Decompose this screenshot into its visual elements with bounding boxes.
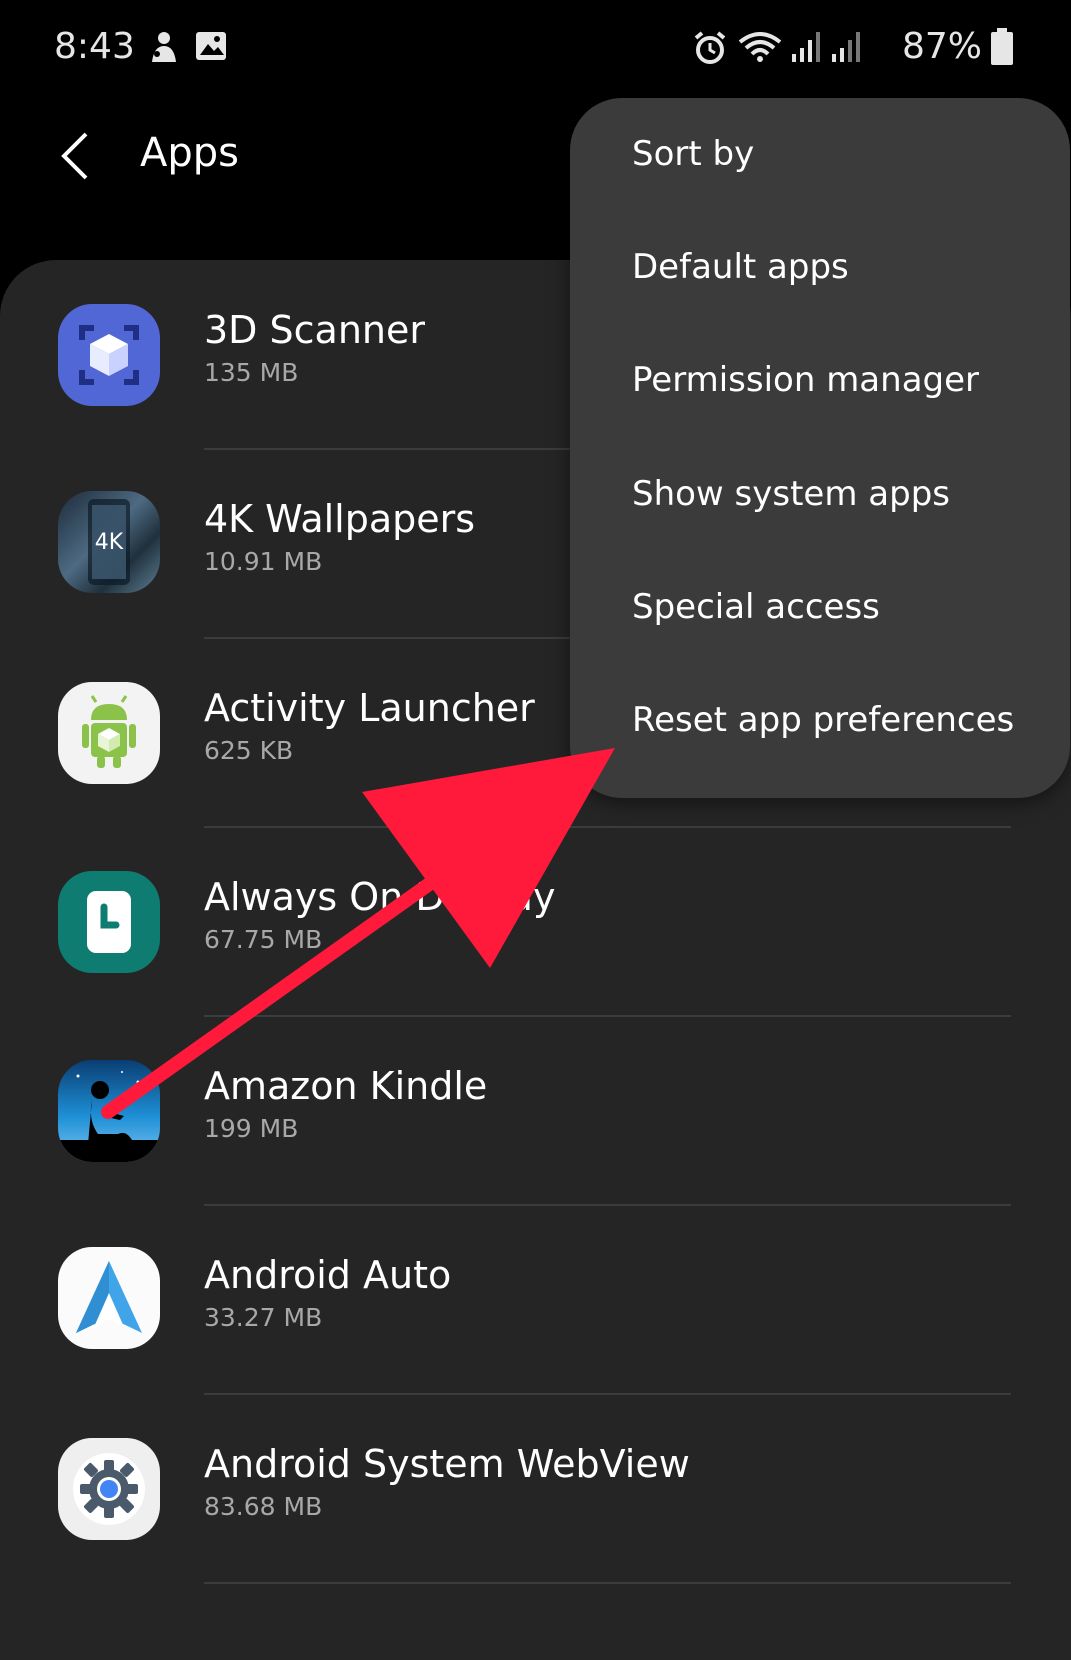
3d-scanner-icon	[58, 304, 160, 406]
back-button[interactable]	[56, 128, 106, 188]
image-icon	[194, 30, 228, 66]
svg-text:4K: 4K	[95, 530, 124, 555]
signal-icon	[830, 30, 862, 68]
android-auto-icon	[58, 1247, 160, 1349]
app-size: 625 KB	[204, 736, 294, 765]
app-size: 135 MB	[204, 358, 299, 387]
app-size: 67.75 MB	[204, 925, 323, 954]
menu-item-default-apps[interactable]: Default apps	[632, 247, 849, 287]
menu-item-reset-app-preferences[interactable]: Reset app preferences	[632, 700, 1014, 740]
menu-item-special-access[interactable]: Special access	[632, 587, 880, 627]
app-name: Android System WebView	[204, 1442, 690, 1486]
app-size: 33.27 MB	[204, 1303, 323, 1332]
status-time: 8:43	[54, 26, 135, 67]
chevron-left-icon	[56, 132, 96, 188]
app-row-android-system-webview[interactable]: Android System WebView 83.68 MB	[0, 1394, 1071, 1584]
app-name: Amazon Kindle	[204, 1064, 488, 1108]
app-size: 83.68 MB	[204, 1492, 323, 1521]
menu-item-permission-manager[interactable]: Permission manager	[632, 360, 979, 400]
amazon-kindle-icon	[58, 1060, 160, 1162]
battery-icon	[990, 28, 1014, 70]
page-title: Apps	[140, 130, 239, 176]
app-size: 199 MB	[204, 1114, 299, 1143]
activity-launcher-icon	[58, 682, 160, 784]
app-name: 3D Scanner	[204, 308, 425, 352]
4k-wallpapers-icon: 4K	[58, 491, 160, 593]
alarm-icon	[692, 30, 728, 70]
app-name: Always On Display	[204, 875, 556, 919]
app-name: 4K Wallpapers	[204, 497, 476, 541]
menu-item-sort-by[interactable]: Sort by	[632, 134, 754, 174]
app-row-always-on-display[interactable]: Always On Display 67.75 MB	[0, 827, 1071, 1017]
signal-icon	[790, 30, 822, 68]
wifi-icon	[738, 30, 782, 68]
divider	[204, 1582, 1011, 1584]
notification-icon	[148, 30, 180, 68]
always-on-display-icon	[58, 871, 160, 973]
app-name: Android Auto	[204, 1253, 452, 1297]
overflow-menu: Sort by Default apps Permission manager …	[570, 98, 1070, 798]
battery-percentage: 87%	[902, 26, 983, 67]
app-row-amazon-kindle[interactable]: Amazon Kindle 199 MB	[0, 1016, 1071, 1206]
app-name: Activity Launcher	[204, 686, 535, 730]
app-row-android-auto[interactable]: Android Auto 33.27 MB	[0, 1205, 1071, 1395]
app-size: 10.91 MB	[204, 547, 323, 576]
menu-item-show-system-apps[interactable]: Show system apps	[632, 474, 950, 514]
android-system-webview-icon	[58, 1438, 160, 1540]
status-bar: 8:43 87%	[0, 0, 1071, 100]
